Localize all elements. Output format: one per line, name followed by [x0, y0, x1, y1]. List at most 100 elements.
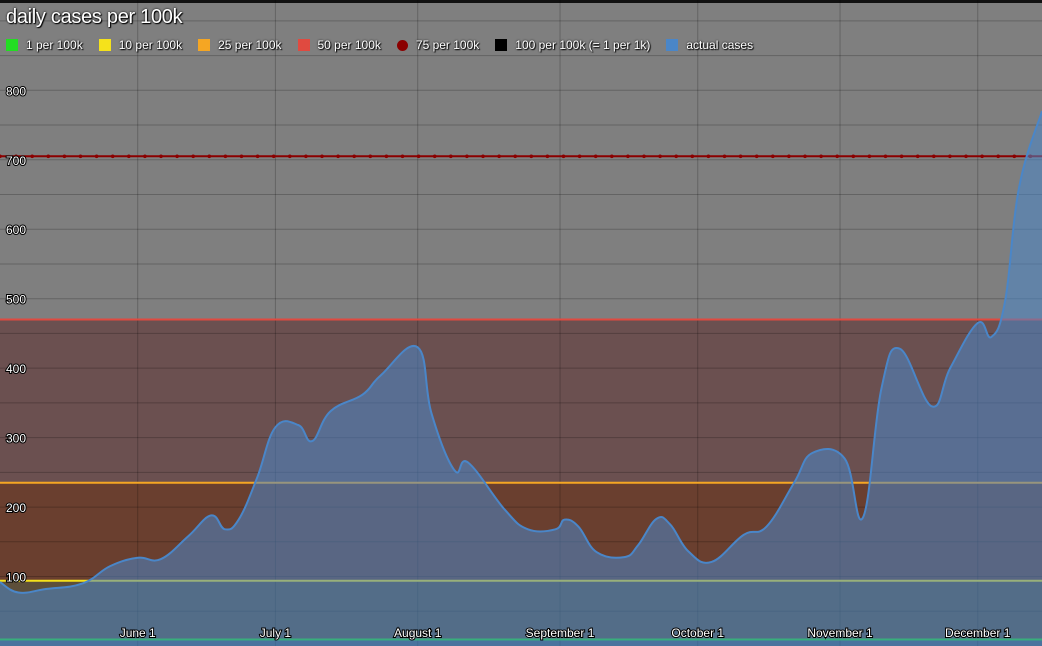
threshold-point — [948, 154, 952, 159]
threshold-point — [207, 154, 212, 159]
y-tick-label: 100 — [6, 571, 26, 585]
threshold-point — [175, 154, 179, 159]
threshold-point — [255, 154, 260, 159]
threshold-point — [819, 154, 823, 159]
y-tick-label: 800 — [6, 84, 26, 98]
threshold-point — [545, 154, 550, 159]
threshold-point — [143, 154, 147, 159]
threshold-point — [626, 154, 630, 159]
y-tick-label: 700 — [6, 154, 26, 168]
legend-label: 100 per 100k (= 1 per 1k) — [515, 38, 651, 52]
threshold-point — [803, 154, 807, 159]
threshold-point — [352, 154, 357, 159]
threshold-point — [883, 154, 888, 159]
x-tick-label: November 1 — [807, 626, 873, 640]
threshold-point — [867, 154, 872, 159]
threshold-point — [288, 154, 292, 159]
threshold-point — [722, 154, 727, 159]
legend-item[interactable]: actual cases — [666, 38, 753, 52]
chart-svg: 100 200 300 400 500 600 700 800 June 1 July 1 Augu… — [0, 0, 1042, 646]
x-tick-label: December 1 — [945, 626, 1011, 640]
threshold-point — [78, 154, 83, 159]
threshold-point — [754, 154, 759, 159]
legend-swatch — [6, 39, 18, 51]
legend-item[interactable]: 10 per 100k — [98, 38, 183, 52]
threshold-point — [336, 154, 340, 159]
threshold-point — [159, 154, 163, 159]
legend-label: 1 per 100k — [26, 38, 83, 52]
threshold-point — [384, 154, 389, 159]
x-tick-label: June 1 — [120, 626, 156, 640]
legend: 1 per 100k 10 per 100k 25 per 100k 50 per 1… — [6, 37, 769, 53]
legend-swatch — [666, 39, 679, 51]
threshold-point — [561, 154, 566, 159]
legend-swatch — [198, 39, 211, 51]
legend-item[interactable]: 100 per 100k (= 1 per 1k) — [495, 38, 650, 52]
threshold-point — [835, 154, 839, 159]
threshold-point — [62, 154, 67, 159]
threshold-point — [481, 154, 485, 159]
threshold-point — [964, 154, 968, 159]
legend-swatch — [297, 39, 310, 51]
x-tick-label: September 1 — [526, 626, 595, 640]
legend-label: 50 per 100k — [317, 38, 381, 52]
threshold-point — [787, 154, 791, 159]
threshold-point — [932, 154, 936, 159]
legend-label: 10 per 100k — [118, 38, 183, 52]
legend-item[interactable]: 25 per 100k — [198, 38, 282, 52]
threshold-point — [899, 154, 904, 159]
chart-title: daily cases per 100k — [6, 6, 183, 28]
legend-item[interactable]: 1 per 100k — [6, 38, 83, 52]
threshold-point — [593, 154, 598, 159]
threshold-point — [416, 154, 421, 159]
threshold-point — [771, 154, 775, 159]
threshold-point — [191, 154, 195, 159]
threshold-point — [449, 154, 453, 159]
legend-item[interactable]: 75 per 100k — [396, 38, 480, 52]
threshold-point — [658, 154, 662, 159]
threshold-point — [239, 154, 244, 159]
threshold-point — [610, 154, 614, 159]
legend-label: 75 per 100k — [415, 38, 480, 52]
x-tick-label: August 1 — [394, 626, 442, 640]
threshold-point — [127, 154, 131, 159]
threshold-point — [271, 154, 276, 159]
threshold-point — [642, 154, 646, 159]
threshold-point — [432, 154, 437, 159]
threshold-point — [368, 154, 373, 159]
y-tick-label: 400 — [6, 362, 26, 376]
threshold-point — [1012, 154, 1017, 159]
legend-swatch — [98, 39, 111, 51]
threshold-point — [996, 154, 1000, 159]
y-tick-label: 600 — [6, 223, 26, 237]
threshold-point — [915, 154, 920, 159]
threshold-point — [223, 154, 228, 159]
y-tick-label: 200 — [6, 501, 26, 515]
legend-item[interactable]: 50 per 100k — [297, 38, 381, 52]
threshold-point — [30, 154, 34, 159]
y-tick-label: 500 — [6, 293, 26, 307]
threshold-point — [674, 154, 678, 159]
threshold-point — [738, 154, 743, 159]
x-tick-label: October 1 — [671, 626, 724, 640]
threshold-point — [851, 154, 856, 159]
threshold-point — [513, 154, 517, 159]
legend-label: actual cases — [686, 38, 754, 52]
threshold-point — [497, 154, 501, 159]
threshold-point — [400, 154, 405, 159]
threshold-point — [465, 154, 469, 159]
threshold-point — [46, 154, 51, 159]
threshold-point — [529, 154, 534, 159]
threshold-point — [706, 154, 711, 159]
threshold-point — [690, 154, 695, 159]
legend-swatch — [495, 39, 508, 51]
band-4 — [0, 156, 1042, 320]
threshold-point — [94, 154, 99, 159]
threshold-point — [304, 154, 308, 159]
threshold-point — [980, 154, 984, 159]
chart-container: 100 200 300 400 500 600 700 800 June 1 July 1 Augu… — [0, 0, 1042, 646]
threshold-point — [577, 154, 582, 159]
threshold-point — [110, 154, 115, 159]
threshold-point — [320, 154, 324, 159]
x-tick-label: July 1 — [260, 626, 292, 640]
